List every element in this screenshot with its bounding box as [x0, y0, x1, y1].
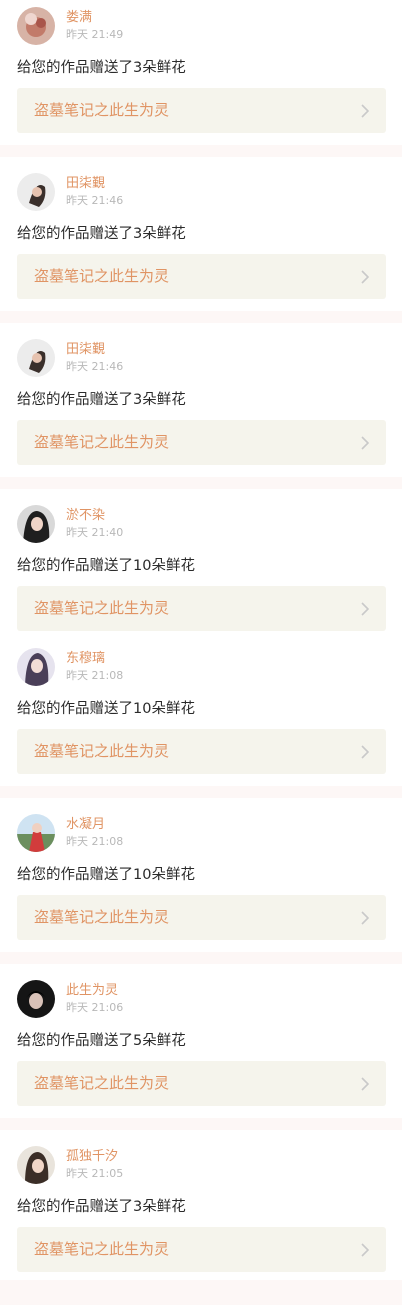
- timestamp: 昨天 21:46: [66, 360, 124, 373]
- work-link[interactable]: 盗墓笔记之此生为灵: [17, 420, 386, 465]
- timestamp: 昨天 21:46: [66, 194, 124, 207]
- work-title: 盗墓笔记之此生为灵: [34, 433, 170, 451]
- gift-entry: 孤独千汐 昨天 21:05 给您的作品赠送了3朵鲜花 盗墓笔记之此生为灵: [0, 1139, 402, 1305]
- timestamp: 昨天 21:08: [66, 835, 124, 848]
- avatar[interactable]: [17, 648, 55, 686]
- user-name[interactable]: 孤独千汐: [66, 1148, 118, 1166]
- work-title: 盗墓笔记之此生为灵: [34, 599, 170, 617]
- chevron-right-icon: [361, 602, 370, 616]
- avatar[interactable]: [17, 505, 55, 543]
- gift-entry: 淤不染 昨天 21:40 给您的作品赠送了10朵鲜花 盗墓笔记之此生为灵: [0, 498, 402, 664]
- user-name[interactable]: 田柒覲: [66, 175, 105, 193]
- avatar[interactable]: [17, 1146, 55, 1184]
- avatar[interactable]: [17, 339, 55, 377]
- timestamp: 昨天 21:06: [66, 1001, 124, 1014]
- work-link[interactable]: 盗墓笔记之此生为灵: [17, 1227, 386, 1272]
- chevron-right-icon: [361, 270, 370, 284]
- gift-entry: 此生为灵 昨天 21:06 给您的作品赠送了5朵鲜花 盗墓笔记之此生为灵: [0, 973, 402, 1139]
- gift-message: 给您的作品赠送了3朵鲜花: [17, 392, 186, 408]
- avatar[interactable]: [17, 814, 55, 852]
- work-link[interactable]: 盗墓笔记之此生为灵: [17, 895, 386, 940]
- gift-entry: 东穆璃 昨天 21:08 给您的作品赠送了10朵鲜花 盗墓笔记之此生为灵: [0, 641, 402, 807]
- work-link[interactable]: 盗墓笔记之此生为灵: [17, 88, 386, 133]
- gift-entry: 田柒覲 昨天 21:46 给您的作品赠送了3朵鲜花 盗墓笔记之此生为灵: [0, 332, 402, 498]
- user-name[interactable]: 淤不染: [66, 507, 105, 525]
- gift-entry: 田柒覲 昨天 21:46 给您的作品赠送了3朵鲜花 盗墓笔记之此生为灵: [0, 166, 402, 332]
- gift-message: 给您的作品赠送了3朵鲜花: [17, 60, 186, 76]
- work-link[interactable]: 盗墓笔记之此生为灵: [17, 586, 386, 631]
- chevron-right-icon: [361, 1243, 370, 1257]
- user-name[interactable]: 此生为灵: [66, 982, 118, 1000]
- timestamp: 昨天 21:49: [66, 28, 124, 41]
- gift-message: 给您的作品赠送了3朵鲜花: [17, 1199, 186, 1215]
- timestamp: 昨天 21:05: [66, 1167, 124, 1180]
- avatar[interactable]: [17, 7, 55, 45]
- timestamp: 昨天 21:40: [66, 526, 124, 539]
- work-title: 盗墓笔记之此生为灵: [34, 1240, 170, 1258]
- work-title: 盗墓笔记之此生为灵: [34, 908, 170, 926]
- gift-message: 给您的作品赠送了10朵鲜花: [17, 558, 195, 574]
- avatar[interactable]: [17, 173, 55, 211]
- gift-message: 给您的作品赠送了5朵鲜花: [17, 1033, 186, 1049]
- gift-entry: 娄满 昨天 21:49 给您的作品赠送了3朵鲜花 盗墓笔记之此生为灵: [0, 0, 402, 166]
- gift-message: 给您的作品赠送了10朵鲜花: [17, 867, 195, 883]
- work-title: 盗墓笔记之此生为灵: [34, 742, 170, 760]
- work-title: 盗墓笔记之此生为灵: [34, 101, 170, 119]
- chevron-right-icon: [361, 436, 370, 450]
- user-name[interactable]: 田柒覲: [66, 341, 105, 359]
- gift-message: 给您的作品赠送了10朵鲜花: [17, 701, 195, 717]
- user-name[interactable]: 水凝月: [66, 816, 105, 834]
- work-link[interactable]: 盗墓笔记之此生为灵: [17, 254, 386, 299]
- work-link[interactable]: 盗墓笔记之此生为灵: [17, 1061, 386, 1106]
- chevron-right-icon: [361, 1077, 370, 1091]
- user-name[interactable]: 东穆璃: [66, 650, 105, 668]
- timestamp: 昨天 21:08: [66, 669, 124, 682]
- work-title: 盗墓笔记之此生为灵: [34, 1074, 170, 1092]
- gift-entry: 水凝月 昨天 21:08 给您的作品赠送了10朵鲜花 盗墓笔记之此生为灵: [0, 807, 402, 973]
- chevron-right-icon: [361, 911, 370, 925]
- avatar[interactable]: [17, 980, 55, 1018]
- chevron-right-icon: [361, 745, 370, 759]
- work-title: 盗墓笔记之此生为灵: [34, 267, 170, 285]
- gift-message: 给您的作品赠送了3朵鲜花: [17, 226, 186, 242]
- chevron-right-icon: [361, 104, 370, 118]
- work-link[interactable]: 盗墓笔记之此生为灵: [17, 729, 386, 774]
- user-name[interactable]: 娄满: [66, 9, 92, 27]
